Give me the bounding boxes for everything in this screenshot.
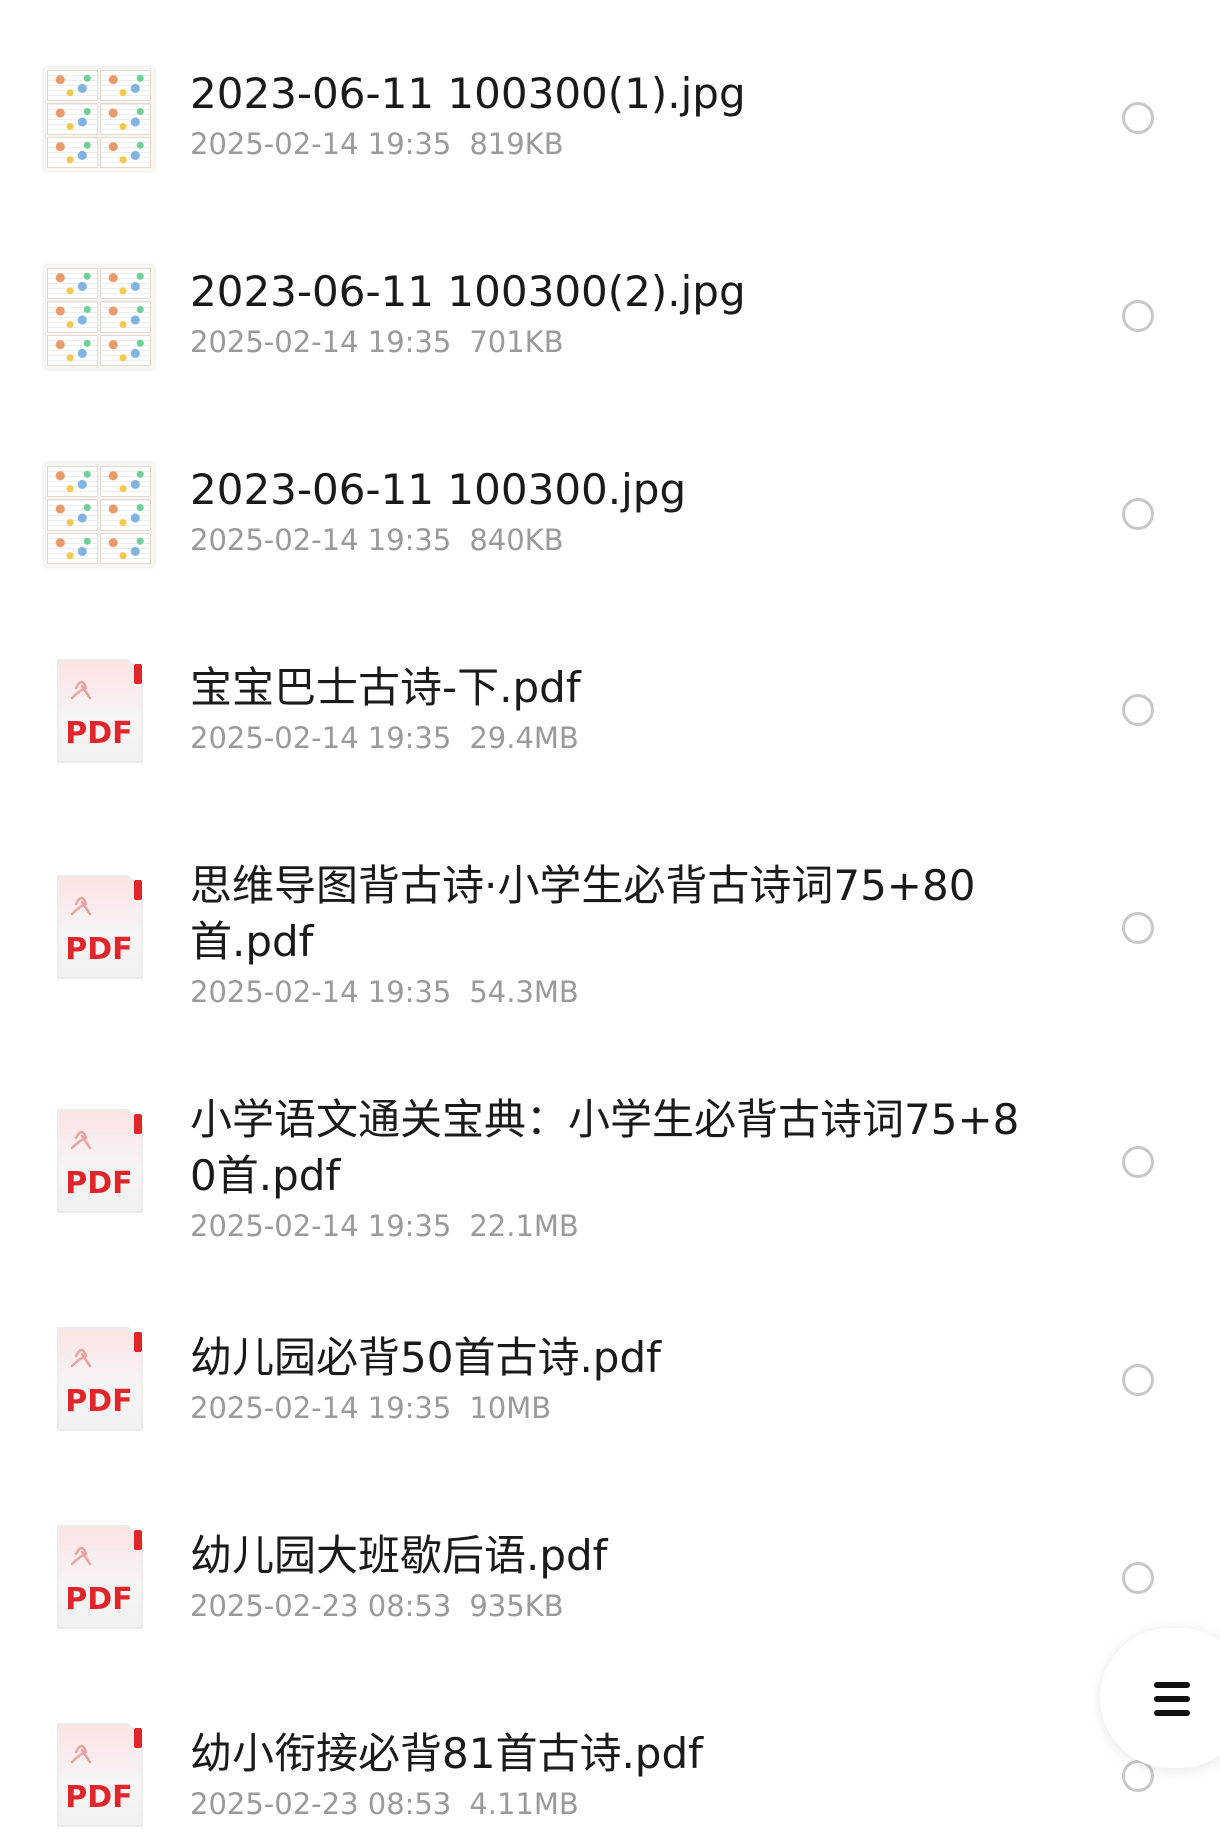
file-row[interactable]: PDF 幼儿园必背50首古诗.pdf 2025-02-14 19:35 10MB (0, 1310, 1220, 1460)
file-meta: 2025-02-14 19:35 840KB (190, 520, 1020, 560)
file-size: 22.1MB (469, 1209, 579, 1243)
pdf-file-icon: PDF (54, 1524, 144, 1632)
file-list: 2023-06-11 100300(1).jpg 2025-02-14 19:3… (0, 0, 1220, 1843)
file-date: 2025-02-14 19:35 (190, 325, 452, 359)
file-size: 4.11MB (469, 1787, 579, 1821)
pdf-badge: PDF (65, 1384, 133, 1419)
file-size: 840KB (469, 523, 564, 557)
file-row[interactable]: PDF 小学语文通关宝典：小学生必背古诗词75+80首.pdf 2025-02-… (0, 1080, 1220, 1260)
file-date: 2025-02-14 19:35 (190, 1391, 452, 1425)
file-date: 2025-02-23 08:53 (190, 1589, 452, 1623)
pdf-badge: PDF (65, 1780, 133, 1815)
select-radio[interactable] (1122, 498, 1154, 530)
pdf-file-icon: PDF (54, 1722, 144, 1830)
pdf-file-icon: PDF (54, 658, 144, 766)
file-name: 2023-06-11 100300.jpg (190, 465, 687, 514)
select-radio[interactable] (1122, 102, 1154, 134)
file-size: 701KB (469, 325, 564, 359)
select-radio[interactable] (1122, 300, 1154, 332)
select-radio[interactable] (1122, 1562, 1154, 1594)
pdf-file-icon: PDF (54, 1108, 144, 1216)
select-radio[interactable] (1122, 1146, 1154, 1178)
pdf-badge: PDF (65, 1166, 133, 1201)
file-row[interactable]: PDF 宝宝巴士古诗-下.pdf 2025-02-14 19:35 29.4MB (0, 640, 1220, 790)
file-meta: 2025-02-14 19:35 819KB (190, 124, 1020, 164)
file-date: 2025-02-14 19:35 (190, 1209, 452, 1243)
file-meta: 2025-02-14 19:35 701KB (190, 322, 1020, 362)
file-row[interactable]: 2023-06-11 100300.jpg 2025-02-14 19:35 84… (0, 440, 1220, 590)
file-date: 2025-02-14 19:35 (190, 127, 452, 161)
file-meta: 2025-02-14 19:35 10MB (190, 1388, 1020, 1428)
file-name: 幼儿园必背50首古诗.pdf (190, 1333, 661, 1382)
select-radio[interactable] (1122, 694, 1154, 726)
file-name: 幼儿园大班歇后语.pdf (190, 1531, 608, 1580)
file-date: 2025-02-23 08:53 (190, 1787, 452, 1821)
file-meta: 2025-02-14 19:35 22.1MB (190, 1206, 1020, 1246)
image-thumbnail-icon (44, 262, 154, 372)
file-meta: 2025-02-14 19:35 29.4MB (190, 718, 1020, 758)
file-size: 935KB (469, 1589, 564, 1623)
file-size: 29.4MB (469, 721, 579, 755)
file-size: 819KB (469, 127, 564, 161)
file-name: 小学语文通关宝典：小学生必背古诗词75+80首.pdf (190, 1095, 1020, 1200)
file-row[interactable]: 2023-06-11 100300(1).jpg 2025-02-14 19:3… (0, 44, 1220, 194)
file-row[interactable]: PDF 思维导图背古诗·小学生必背古诗词75+80首.pdf 2025-02-1… (0, 846, 1220, 1026)
file-name: 2023-06-11 100300(2).jpg (190, 267, 746, 316)
pdf-file-icon: PDF (54, 874, 144, 982)
file-name: 2023-06-11 100300(1).jpg (190, 69, 746, 118)
file-date: 2025-02-14 19:35 (190, 721, 452, 755)
menu-icon (1154, 1682, 1190, 1716)
pdf-badge: PDF (65, 1582, 133, 1617)
file-name: 幼小衔接必背81首古诗.pdf (190, 1729, 703, 1778)
pdf-badge: PDF (65, 932, 133, 967)
file-meta: 2025-02-14 19:35 54.3MB (190, 972, 1020, 1012)
file-row[interactable]: 2023-06-11 100300(2).jpg 2025-02-14 19:3… (0, 242, 1220, 392)
image-thumbnail-icon (44, 460, 154, 570)
select-radio[interactable] (1122, 1364, 1154, 1396)
file-size: 10MB (469, 1391, 552, 1425)
pdf-file-icon: PDF (54, 1326, 144, 1434)
file-date: 2025-02-14 19:35 (190, 523, 452, 557)
file-date: 2025-02-14 19:35 (190, 975, 452, 1009)
file-size: 54.3MB (469, 975, 579, 1009)
file-meta: 2025-02-23 08:53 935KB (190, 1586, 1020, 1626)
file-name: 思维导图背古诗·小学生必背古诗词75+80首.pdf (190, 861, 976, 966)
file-row[interactable]: PDF 幼小衔接必背81首古诗.pdf 2025-02-23 08:53 4.11… (0, 1706, 1220, 1843)
file-name: 宝宝巴士古诗-下.pdf (190, 663, 581, 712)
file-meta: 2025-02-23 08:53 4.11MB (190, 1784, 1020, 1824)
select-radio[interactable] (1122, 912, 1154, 944)
file-row[interactable]: PDF 幼儿园大班歇后语.pdf 2025-02-23 08:53 935KB (0, 1508, 1220, 1658)
pdf-badge: PDF (65, 716, 133, 751)
image-thumbnail-icon (44, 64, 154, 174)
